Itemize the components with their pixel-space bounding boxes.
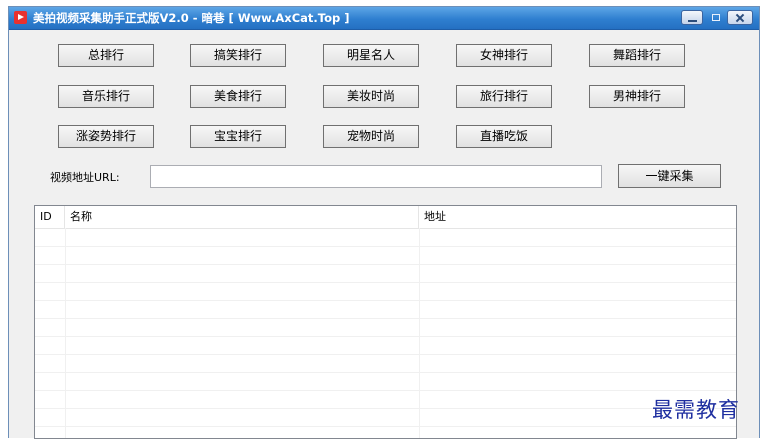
maximize-button[interactable] (706, 10, 724, 25)
column-header-address[interactable]: 地址 (419, 206, 736, 228)
close-button[interactable] (727, 10, 753, 25)
grid-row-line (35, 318, 736, 319)
category-button-knowledge[interactable]: 涨姿势排行 (58, 125, 154, 148)
url-label: 视频地址URL: (50, 171, 120, 184)
grid-row-line (35, 372, 736, 373)
category-button-goddess[interactable]: 女神排行 (456, 44, 552, 67)
url-input[interactable] (150, 165, 602, 188)
table-header: ID 名称 地址 (35, 206, 736, 229)
category-button-live-eating[interactable]: 直播吃饭 (456, 125, 552, 148)
grid-row-line (35, 336, 736, 337)
category-button-beauty[interactable]: 美妆时尚 (323, 85, 419, 108)
video-list-table[interactable]: ID 名称 地址 (34, 205, 737, 439)
minimize-button[interactable] (681, 10, 703, 25)
grid-row-line (35, 246, 736, 247)
grid-row-line (35, 390, 736, 391)
app-window: 美拍视频采集助手正式版V2.0 - 暗巷 [ Www.AxCat.Top ] 总… (8, 6, 760, 439)
grid-row-line (35, 426, 736, 427)
category-button-total[interactable]: 总排行 (58, 44, 154, 67)
watermark-text: 最需教育 (652, 398, 740, 422)
category-button-dance[interactable]: 舞蹈排行 (589, 44, 685, 67)
title-bar[interactable]: 美拍视频采集助手正式版V2.0 - 暗巷 [ Www.AxCat.Top ] (9, 7, 759, 30)
window-title: 美拍视频采集助手正式版V2.0 - 暗巷 [ Www.AxCat.Top ] (33, 11, 350, 25)
category-button-funny[interactable]: 搞笑排行 (190, 44, 286, 67)
collect-button[interactable]: 一键采集 (618, 164, 721, 188)
category-button-celebrity[interactable]: 明星名人 (323, 44, 419, 67)
category-button-pet[interactable]: 宠物时尚 (323, 125, 419, 148)
category-button-baby[interactable]: 宝宝排行 (190, 125, 286, 148)
grid-row-line (35, 300, 736, 301)
category-button-travel[interactable]: 旅行排行 (456, 85, 552, 108)
column-header-id[interactable]: ID (35, 206, 65, 228)
category-button-music[interactable]: 音乐排行 (58, 85, 154, 108)
grid-row-line (35, 282, 736, 283)
grid-divider (65, 228, 66, 438)
video-app-icon (14, 11, 27, 24)
grid-row-line (35, 354, 736, 355)
grid-row-line (35, 408, 736, 409)
category-button-food[interactable]: 美食排行 (190, 85, 286, 108)
category-button-male-god[interactable]: 男神排行 (589, 85, 685, 108)
grid-divider (419, 228, 420, 438)
column-header-name[interactable]: 名称 (65, 206, 419, 228)
grid-row-line (35, 264, 736, 265)
